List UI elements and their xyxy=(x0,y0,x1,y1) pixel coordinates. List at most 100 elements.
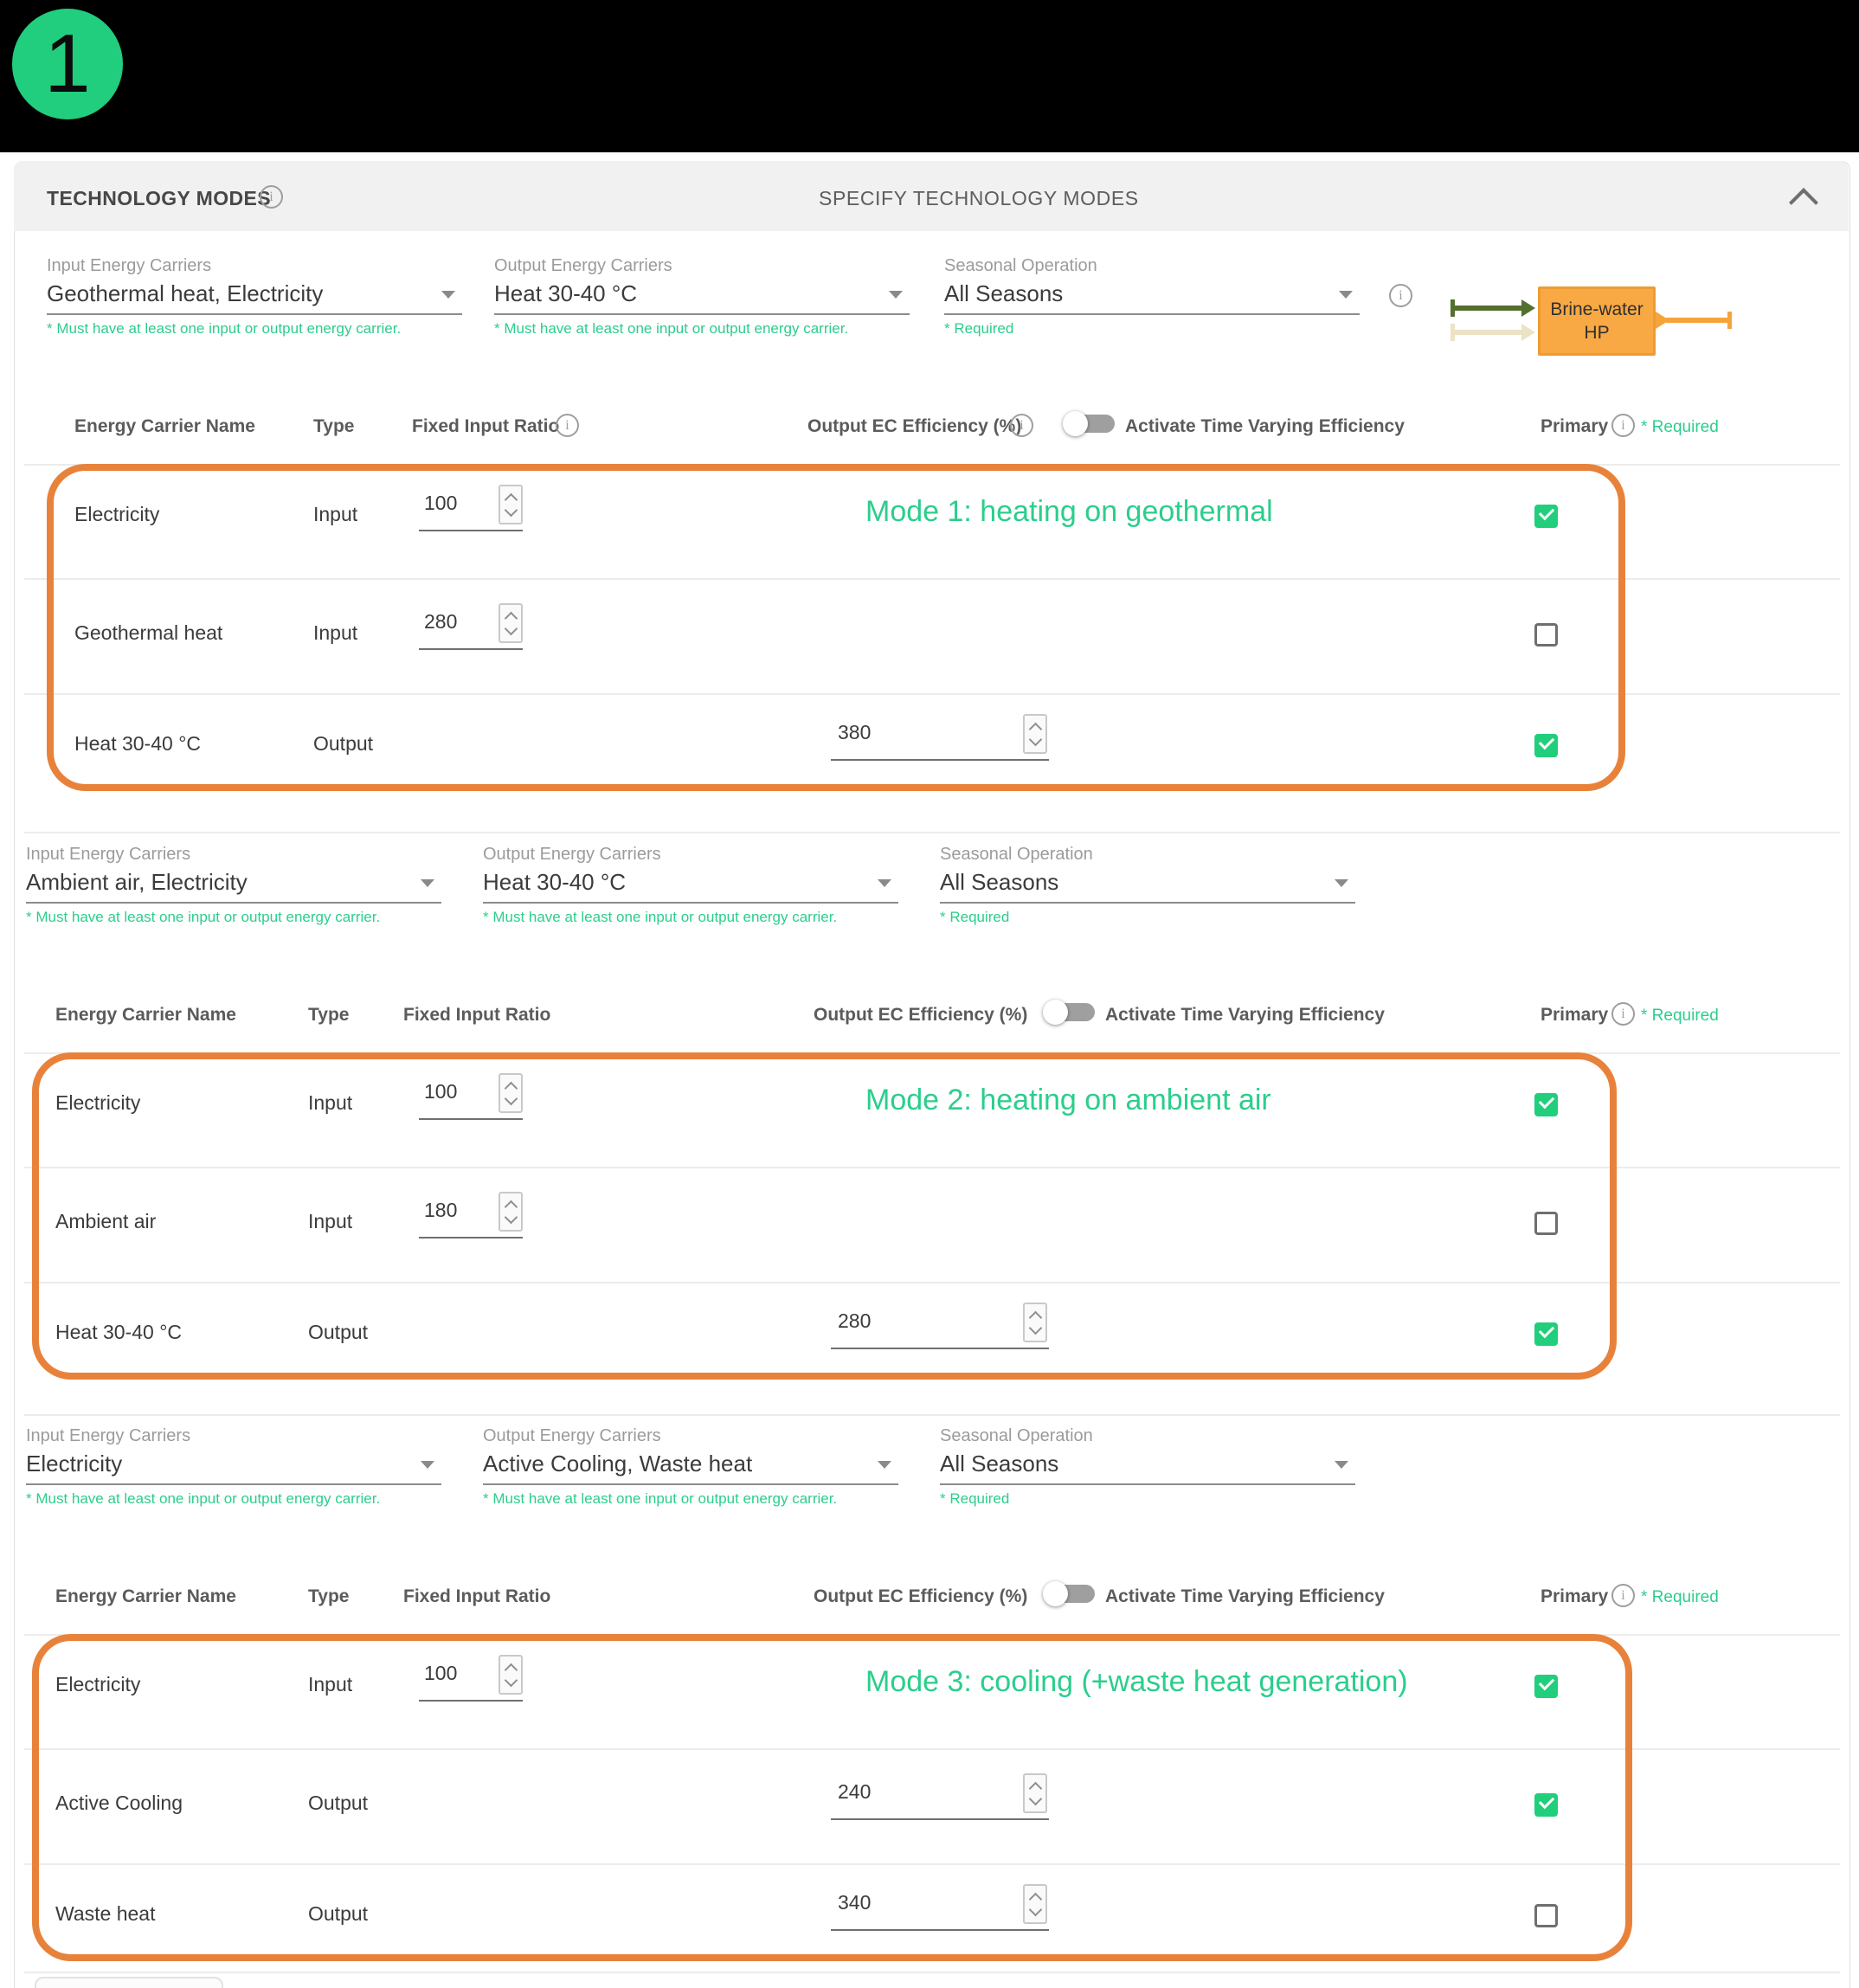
underline xyxy=(940,1483,1355,1485)
dropdown-caret-icon[interactable] xyxy=(889,291,903,299)
efficiency-stepper[interactable] xyxy=(1023,1884,1047,1924)
primary-checkbox[interactable] xyxy=(1534,1793,1558,1817)
seasonal-select[interactable]: All Seasons xyxy=(940,1451,1058,1477)
primary-checkbox[interactable] xyxy=(1534,734,1558,757)
dropdown-caret-icon[interactable] xyxy=(1335,1461,1348,1469)
col-energy-carrier-name: Energy Carrier Name xyxy=(74,416,255,437)
output-efficiency-field[interactable]: 240 xyxy=(838,1780,871,1804)
output-ec-efficiency-info-icon[interactable] xyxy=(1010,414,1033,437)
col-type: Type xyxy=(313,416,354,437)
time-varying-efficiency-toggle[interactable] xyxy=(1043,1580,1097,1606)
mode-highlight-box xyxy=(32,1052,1617,1380)
hp-label-line1: Brine-water xyxy=(1550,298,1643,321)
dropdown-caret-icon[interactable] xyxy=(1335,879,1348,887)
output-ec-select[interactable]: Active Cooling, Waste heat xyxy=(483,1451,752,1477)
step-number: 1 xyxy=(44,23,90,106)
primary-checkbox[interactable] xyxy=(1534,1904,1558,1927)
dropdown-caret-icon[interactable] xyxy=(1339,291,1353,299)
primary-checkbox[interactable] xyxy=(1534,1212,1558,1235)
fixed-input-ratio-field[interactable]: 100 xyxy=(424,1662,457,1685)
underline xyxy=(494,313,910,315)
primary-checkbox[interactable] xyxy=(1534,623,1558,647)
efficiency-stepper[interactable] xyxy=(1023,1303,1047,1342)
input-ec-select[interactable]: Electricity xyxy=(26,1451,122,1477)
diagram-output-cap xyxy=(1727,312,1732,329)
row-type: Input xyxy=(308,1673,352,1696)
col-output-ec-efficiency: Output EC Efficiency (%) xyxy=(807,416,1021,437)
row-name: Electricity xyxy=(74,503,159,526)
mode-annotation: Mode 3: cooling (+waste heat generation) xyxy=(865,1665,1408,1699)
primary-info-icon[interactable] xyxy=(1611,1002,1635,1026)
col-fixed-input-ratio: Fixed Input Ratio xyxy=(403,1005,550,1026)
primary-checkbox[interactable] xyxy=(1534,505,1558,528)
underline xyxy=(483,902,898,904)
step-badge: 1 xyxy=(12,9,123,119)
output-ec-helper: * Must have at least one input or output… xyxy=(483,909,837,926)
dropdown-caret-icon[interactable] xyxy=(421,1461,434,1469)
primary-checkbox[interactable] xyxy=(1534,1093,1558,1116)
time-varying-efficiency-toggle[interactable] xyxy=(1043,999,1097,1025)
row-type: Output xyxy=(313,732,373,756)
efficiency-stepper[interactable] xyxy=(1023,714,1047,754)
col-primary: Primary xyxy=(1541,416,1608,437)
fixed-input-ratio-info-icon[interactable] xyxy=(556,414,579,437)
divider xyxy=(24,1052,1840,1054)
dropdown-caret-icon[interactable] xyxy=(441,291,455,299)
fixed-input-ratio-field[interactable]: 280 xyxy=(424,610,457,634)
seasonal-select[interactable]: All Seasons xyxy=(944,280,1063,307)
output-efficiency-field[interactable]: 340 xyxy=(838,1891,871,1914)
dropdown-caret-icon[interactable] xyxy=(878,1461,891,1469)
primary-checkbox[interactable] xyxy=(1534,1675,1558,1698)
mode-highlight-box xyxy=(47,464,1625,791)
output-ec-label: Output Energy Carriers xyxy=(483,845,661,865)
fixed-input-ratio-field[interactable]: 100 xyxy=(424,1080,457,1103)
input-ec-select[interactable]: Ambient air, Electricity xyxy=(26,869,248,896)
divider xyxy=(24,578,1840,580)
primary-info-icon[interactable] xyxy=(1611,414,1635,437)
ratio-stepper[interactable] xyxy=(499,1073,523,1113)
output-efficiency-field[interactable]: 280 xyxy=(838,1309,871,1333)
fixed-input-ratio-field[interactable]: 180 xyxy=(424,1199,457,1222)
add-mode-button-partial[interactable] xyxy=(35,1977,223,1988)
underline xyxy=(940,902,1355,904)
fixed-input-ratio-field[interactable]: 100 xyxy=(424,492,457,515)
divider xyxy=(24,693,1840,695)
time-varying-efficiency-toggle[interactable] xyxy=(1063,410,1116,436)
dropdown-caret-icon[interactable] xyxy=(878,879,891,887)
divider xyxy=(24,1167,1840,1168)
output-ec-select[interactable]: Heat 30-40 °C xyxy=(483,869,626,896)
output-efficiency-field[interactable]: 380 xyxy=(838,721,871,744)
mode-annotation: Mode 2: heating on ambient air xyxy=(865,1084,1271,1117)
input-ec-label: Input Energy Carriers xyxy=(47,256,211,276)
col-energy-carrier-name: Energy Carrier Name xyxy=(55,1005,236,1026)
seasonal-label: Seasonal Operation xyxy=(940,1426,1093,1446)
underline xyxy=(831,759,1049,761)
seasonal-info-icon[interactable] xyxy=(1389,284,1412,307)
primary-checkbox[interactable] xyxy=(1534,1322,1558,1346)
col-fixed-input-ratio: Fixed Input Ratio xyxy=(412,416,559,437)
technology-modes-info-icon[interactable] xyxy=(260,185,283,209)
top-black-bar: 1 xyxy=(0,0,1859,152)
ratio-stepper[interactable] xyxy=(499,603,523,643)
col-activate-time-varying: Activate Time Varying Efficiency xyxy=(1105,1005,1385,1026)
row-name: Heat 30-40 °C xyxy=(55,1321,182,1344)
divider xyxy=(24,1634,1840,1636)
seasonal-select[interactable]: All Seasons xyxy=(940,869,1058,896)
ratio-stepper[interactable] xyxy=(499,1192,523,1232)
efficiency-stepper[interactable] xyxy=(1023,1773,1047,1813)
ratio-stepper[interactable] xyxy=(499,485,523,524)
input-ec-select[interactable]: Geothermal heat, Electricity xyxy=(47,280,323,307)
row-name: Geothermal heat xyxy=(74,621,222,645)
dropdown-caret-icon[interactable] xyxy=(421,879,434,887)
toggle-thumb xyxy=(1043,1581,1068,1606)
card-subtitle: SPECIFY TECHNOLOGY MODES xyxy=(819,187,1139,210)
col-output-ec-efficiency: Output EC Efficiency (%) xyxy=(814,1586,1027,1607)
diagram-input-arrow-geothermal xyxy=(1454,306,1523,311)
primary-info-icon[interactable] xyxy=(1611,1584,1635,1607)
ratio-stepper[interactable] xyxy=(499,1655,523,1695)
mode-annotation: Mode 1: heating on geothermal xyxy=(865,495,1273,529)
mode-1-section: Input Energy Carriers Geothermal heat, E… xyxy=(0,256,1859,845)
output-ec-select[interactable]: Heat 30-40 °C xyxy=(494,280,637,307)
seasonal-helper: * Required xyxy=(944,320,1013,338)
row-type: Output xyxy=(308,1902,368,1926)
